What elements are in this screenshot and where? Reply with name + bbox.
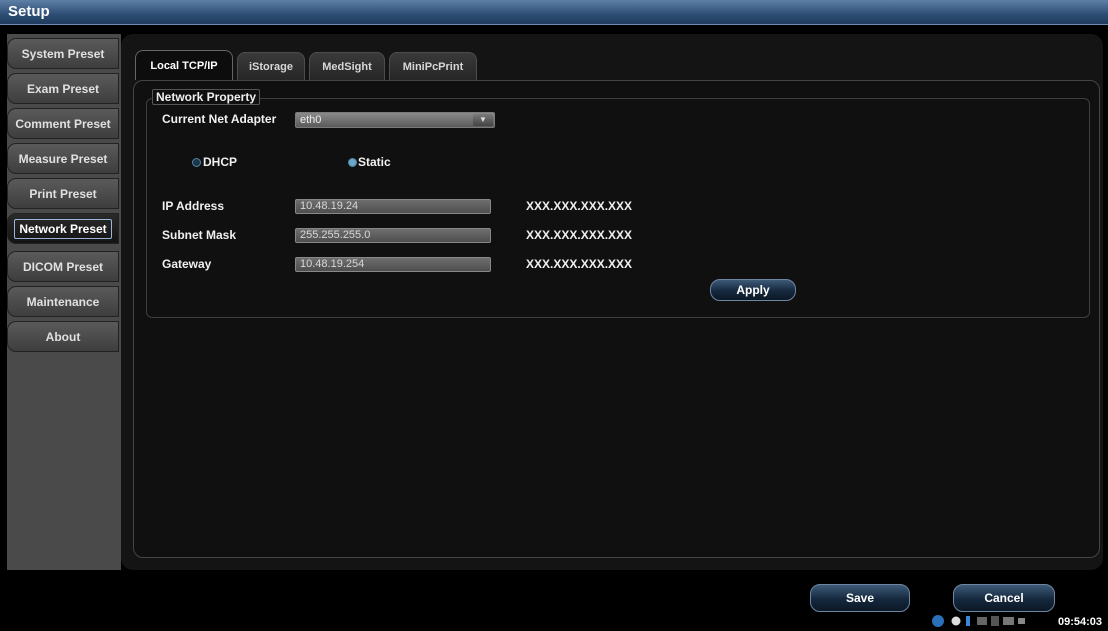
network-icon — [977, 617, 987, 625]
apply-button[interactable]: Apply — [710, 279, 796, 301]
tab-label: MedSight — [322, 60, 372, 73]
static-label[interactable]: Static — [358, 155, 391, 169]
trash-icon — [991, 616, 999, 626]
cancel-button[interactable]: Cancel — [953, 584, 1055, 612]
sidebar-item-label: Print Preset — [29, 186, 97, 201]
sidebar-item-comment-preset[interactable]: Comment Preset — [7, 108, 119, 139]
gateway-label: Gateway — [162, 257, 212, 271]
ip-format-hint: XXX.XXX.XXX.XXX — [526, 199, 633, 213]
subnet-mask-field[interactable]: 255.255.255.0 — [295, 228, 491, 243]
tab-label: MiniPcPrint — [402, 60, 464, 73]
sidebar-item-label: Comment Preset — [15, 116, 111, 131]
group-title: Network Property — [152, 89, 261, 105]
status-dot-icon — [932, 615, 944, 627]
sidebar-item-exam-preset[interactable]: Exam Preset — [7, 73, 119, 104]
tab-medsight[interactable]: MedSight — [309, 52, 385, 80]
net-adapter-value: eth0 — [300, 114, 322, 126]
tab-label: iStorage — [248, 60, 293, 73]
system-tray — [932, 615, 1025, 627]
ip-address-field[interactable]: 10.48.19.24 — [295, 199, 491, 214]
tab-local-tcpip[interactable]: Local TCP/IP — [135, 50, 233, 80]
sidebar-item-label: About — [45, 329, 81, 344]
settings-icon — [951, 616, 961, 626]
window-title: Setup — [8, 3, 50, 20]
dhcp-label[interactable]: DHCP — [203, 155, 237, 169]
sidebar-item-maintenance[interactable]: Maintenance — [7, 286, 119, 317]
sidebar-item-label: System Preset — [21, 46, 105, 61]
tab-label: Local TCP/IP — [150, 59, 218, 72]
clock: 09:54:03 — [1058, 616, 1103, 628]
sidebar-item-label: Maintenance — [26, 294, 100, 309]
save-button[interactable]: Save — [810, 584, 910, 612]
chevron-down-icon[interactable]: ▼ — [473, 114, 493, 126]
sidebar-item-label: DICOM Preset — [22, 259, 104, 274]
sidebar-item-dicom-preset[interactable]: DICOM Preset — [7, 251, 119, 282]
sidebar-item-system-preset[interactable]: System Preset — [7, 38, 119, 69]
title-bar: Setup — [0, 0, 1108, 25]
tab-minipcprint[interactable]: MiniPcPrint — [389, 52, 477, 80]
subnet-mask-label: Subnet Mask — [162, 228, 237, 242]
usb-icon — [966, 616, 970, 626]
gateway-format-hint: XXX.XXX.XXX.XXX — [526, 257, 633, 271]
dhcp-radio[interactable] — [192, 158, 201, 167]
sidebar-item-label: Measure Preset — [18, 151, 108, 166]
sidebar-item-about[interactable]: About — [7, 321, 119, 352]
static-radio[interactable] — [348, 158, 357, 167]
tab-istorage[interactable]: iStorage — [237, 52, 305, 80]
sidebar-item-measure-preset[interactable]: Measure Preset — [7, 143, 119, 174]
mask-format-hint: XXX.XXX.XXX.XXX — [526, 228, 633, 242]
sidebar-item-label: Network Preset — [14, 218, 112, 239]
gateway-field[interactable]: 10.48.19.254 — [295, 257, 491, 272]
sidebar-item-print-preset[interactable]: Print Preset — [7, 178, 119, 209]
adapter-label: Current Net Adapter — [162, 112, 277, 126]
printer-icon — [1018, 618, 1025, 624]
sidebar-item-label: Exam Preset — [26, 81, 100, 96]
monitor-icon — [1003, 617, 1014, 625]
sidebar-item-network-preset[interactable]: Network Preset — [7, 213, 119, 244]
ip-address-label: IP Address — [162, 199, 225, 213]
net-adapter-select[interactable]: eth0 ▼ — [295, 112, 495, 128]
